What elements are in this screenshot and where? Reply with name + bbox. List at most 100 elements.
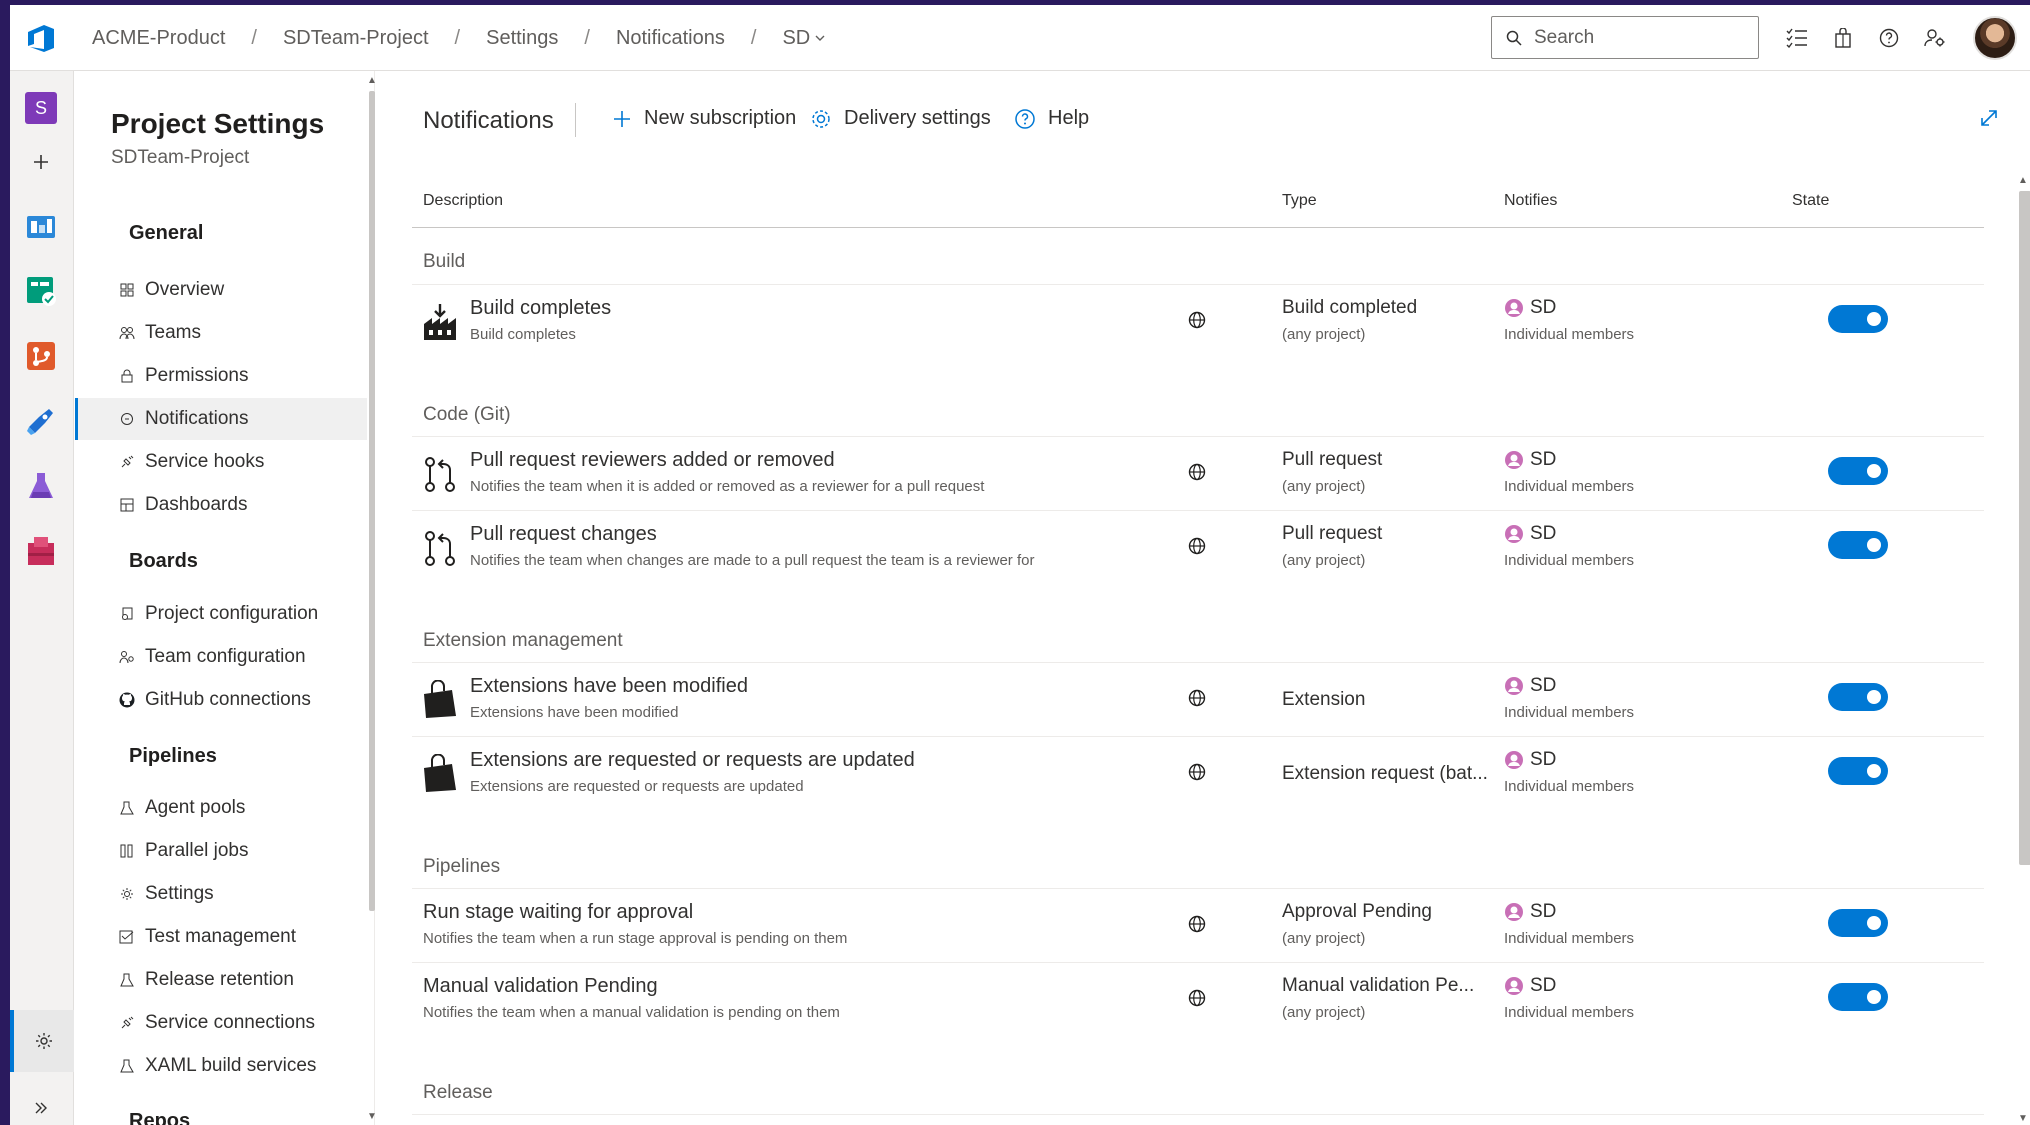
plug-icon	[119, 1015, 135, 1031]
expand-icon[interactable]	[1978, 107, 2000, 129]
collapse-expand-icon[interactable]	[24, 1091, 58, 1125]
new-subscription-button[interactable]: New subscription	[612, 107, 796, 130]
work-items-list-icon[interactable]	[1786, 27, 1808, 49]
breadcrumb-org[interactable]: ACME-Product	[88, 27, 229, 50]
subscription-type-scope: (any project)	[1282, 1004, 1366, 1021]
project-settings-rail-button[interactable]	[10, 1010, 74, 1072]
team-icon	[1505, 977, 1523, 995]
nav-item-xaml-build-services[interactable]: XAML build services	[75, 1045, 367, 1087]
help-button[interactable]: Help	[1014, 107, 1089, 130]
command-bar: Notifications New subscription Delivery …	[376, 71, 2030, 165]
group-label-build: Build	[423, 251, 466, 272]
artifacts-icon[interactable]	[24, 534, 58, 568]
nav-item-label: Test management	[145, 926, 297, 947]
shopping-bag-icon	[424, 680, 456, 718]
column-header-description[interactable]: Description	[423, 192, 503, 210]
breadcrumb-project[interactable]: SDTeam-Project	[279, 27, 433, 50]
notifies-team: SD	[1530, 523, 1557, 544]
subscription-state-toggle[interactable]	[1828, 983, 1888, 1011]
overview-icon[interactable]	[24, 209, 58, 243]
table-row[interactable]: Pull request reviewers added or removed …	[412, 436, 1984, 510]
test-plans-icon[interactable]	[24, 469, 58, 503]
nav-item-label: Agent pools	[145, 797, 246, 818]
command-divider	[575, 103, 576, 137]
subscription-state-toggle[interactable]	[1828, 683, 1888, 711]
subscription-state-toggle[interactable]	[1828, 457, 1888, 485]
nav-item-notifications[interactable]: Notifications	[75, 398, 367, 440]
scroll-down-arrow-icon[interactable]: ▼	[2018, 1113, 2028, 1124]
user-settings-icon[interactable]	[1924, 27, 1946, 49]
nav-item-test-management[interactable]: Test management	[75, 916, 367, 958]
nav-item-permissions[interactable]: Permissions	[75, 355, 367, 397]
breadcrumb-notifications[interactable]: Notifications	[612, 27, 729, 50]
main-scrollbar[interactable]: ▲ ▼	[2016, 175, 2030, 1125]
nav-item-team-configuration[interactable]: Team configuration	[75, 636, 367, 678]
nav-item-label: Project configuration	[145, 603, 319, 624]
nav-subtitle: SDTeam-Project	[111, 147, 250, 168]
nav-scrollbar-thumb[interactable]	[369, 91, 375, 911]
project-badge[interactable]: S	[24, 91, 58, 125]
subscription-type: Extension request (bat...	[1282, 763, 1488, 784]
nav-item-label: Team configuration	[145, 646, 306, 667]
pipelines-icon[interactable]	[24, 404, 58, 438]
nav-item-service-hooks[interactable]: Service hooks	[75, 441, 367, 483]
subscription-description: Build completes	[470, 326, 576, 343]
breadcrumb-team-label: SD	[782, 26, 811, 49]
subscription-description: Notifies the team when it is added or re…	[470, 478, 985, 495]
subscription-title: Extensions have been modified	[470, 675, 748, 697]
scroll-up-arrow-icon[interactable]: ▲	[2018, 175, 2028, 186]
nav-item-service-connections[interactable]: Service connections	[75, 1002, 367, 1044]
subscription-description: Notifies the team when a manual validati…	[423, 1004, 840, 1021]
table-row[interactable]: Run stage waiting for approval Notifies …	[412, 888, 1984, 962]
marketplace-bag-icon[interactable]	[1832, 27, 1854, 49]
table-row[interactable]: Build completes Build completes Build co…	[412, 284, 1984, 358]
left-rail: S	[10, 71, 74, 1125]
nav-item-parallel-jobs[interactable]: Parallel jobs	[75, 830, 367, 872]
table-row[interactable]: Manual validation Pending Notifies the t…	[412, 962, 1984, 1036]
help-icon[interactable]	[1878, 27, 1900, 49]
column-header-type[interactable]: Type	[1282, 192, 1317, 210]
lock-icon	[119, 368, 135, 384]
subscription-type-scope: (any project)	[1282, 930, 1366, 947]
nav-scrollbar[interactable]: ▲ ▼	[367, 71, 377, 1125]
nav-item-agent-pools[interactable]: Agent pools	[75, 787, 367, 829]
test-management-icon	[119, 929, 135, 945]
subscription-state-toggle[interactable]	[1828, 305, 1888, 333]
build-service-icon	[119, 1058, 135, 1074]
user-avatar[interactable]	[1973, 16, 2017, 60]
table-row[interactable]: Extensions have been modified Extensions…	[412, 662, 1984, 736]
nav-item-overview[interactable]: Overview	[75, 269, 367, 311]
search-placeholder: Search	[1534, 26, 1595, 48]
column-header-notifies[interactable]: Notifies	[1504, 192, 1557, 210]
delivery-settings-button[interactable]: Delivery settings	[810, 107, 991, 130]
nav-item-release-retention[interactable]: Release retention	[75, 959, 367, 1001]
search-icon	[1506, 30, 1522, 46]
breadcrumb-team-dropdown[interactable]: SD	[778, 27, 830, 50]
main-scrollbar-thumb[interactable]	[2019, 191, 2030, 865]
nav-item-label: Permissions	[145, 365, 249, 386]
nav-item-label: Notifications	[145, 408, 249, 429]
nav-item-teams[interactable]: Teams	[75, 312, 367, 354]
subscription-state-toggle[interactable]	[1828, 531, 1888, 559]
nav-item-project-configuration[interactable]: Project configuration	[75, 593, 367, 635]
table-row[interactable]: Extensions are requested or requests are…	[412, 736, 1984, 810]
column-header-state[interactable]: State	[1792, 192, 1829, 210]
nav-item-github-connections[interactable]: GitHub connections	[75, 679, 367, 721]
subscription-state-toggle[interactable]	[1828, 909, 1888, 937]
breadcrumb: ACME-Product / SDTeam-Project / Settings…	[88, 5, 830, 71]
subscription-notifies: SD	[1504, 297, 1556, 319]
subscription-type-scope: (any project)	[1282, 326, 1366, 343]
table-row[interactable]: Pull request changes Notifies the team w…	[412, 510, 1984, 584]
new-subscription-label: New subscription	[644, 107, 797, 129]
nav-item-label: Release retention	[145, 969, 294, 990]
nav-item-pipeline-settings[interactable]: Settings	[75, 873, 367, 915]
add-icon[interactable]	[24, 145, 58, 179]
repos-icon[interactable]	[24, 339, 58, 373]
azure-devops-logo-icon[interactable]	[24, 21, 58, 55]
boards-icon[interactable]	[24, 274, 58, 308]
nav-item-dashboards[interactable]: Dashboards	[75, 484, 367, 526]
gear-icon	[36, 1033, 52, 1049]
breadcrumb-settings[interactable]: Settings	[482, 27, 562, 50]
search-input[interactable]: Search	[1491, 16, 1759, 59]
subscription-state-toggle[interactable]	[1828, 757, 1888, 785]
